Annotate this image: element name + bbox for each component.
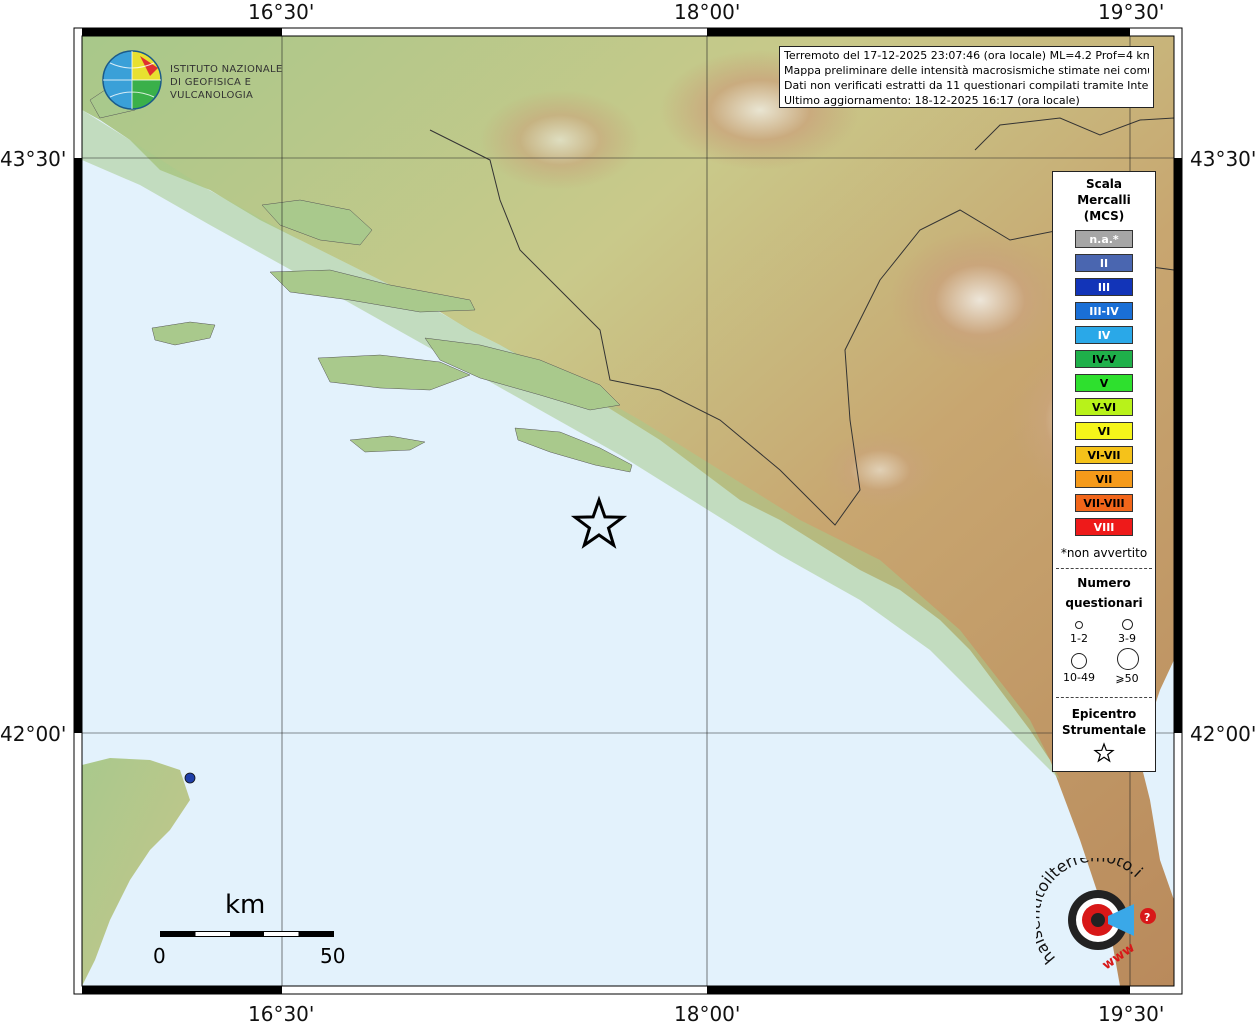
mcs-scale-item: V-VI bbox=[1075, 398, 1133, 416]
ingv-logo: ISTITUTO NAZIONALE DI GEOFISICA E VULCAN… bbox=[100, 48, 320, 112]
mcs-scale-item: VII bbox=[1075, 470, 1133, 488]
scale-end: 50 bbox=[320, 944, 346, 968]
epicenter-title-line: Strumentale bbox=[1061, 723, 1147, 737]
mcs-scale-list: n.a.* II III III-IV IV IV-V V V-VI VI VI-VII VII VI… bbox=[1053, 230, 1155, 536]
lat-label-left: 42°00' bbox=[0, 722, 67, 746]
mcs-scale-item: IV-V bbox=[1075, 350, 1133, 368]
hai-sentito-logo: haisentitoilterremoto.it ? www bbox=[1024, 843, 1166, 988]
legend-title-line: (MCS) bbox=[1083, 209, 1125, 223]
questionnaires-title: Numero questionari bbox=[1053, 573, 1155, 613]
lat-label-right: 42°00' bbox=[1190, 722, 1256, 746]
event-info-line: Mappa preliminare delle intensità macros… bbox=[784, 64, 1149, 77]
questionnaires-title-line: Numero bbox=[1077, 576, 1131, 590]
epicenter-title-line: Epicentro bbox=[1071, 707, 1137, 721]
lon-label-bottom: 18°00' bbox=[674, 1002, 741, 1026]
event-info-line: Terremoto del 17-12-2025 23:07:46 (ora l… bbox=[784, 49, 1149, 62]
mcs-scale-item: VI bbox=[1075, 422, 1133, 440]
questionnaires-title-line: questionari bbox=[1065, 596, 1143, 610]
legend-title: Scala Mercalli (MCS) bbox=[1053, 176, 1155, 224]
mountain-area bbox=[480, 90, 640, 190]
globe-icon bbox=[102, 50, 162, 110]
mcs-scale-item: IV bbox=[1075, 326, 1133, 344]
questionnaire-range-label: 3-9 bbox=[1118, 632, 1136, 645]
event-info-line: Ultimo aggiornamento: 18-12-2025 16:17 (… bbox=[784, 94, 1080, 107]
mountain-area bbox=[890, 230, 1070, 370]
mcs-scale-item: n.a.* bbox=[1075, 230, 1133, 248]
mountain-area bbox=[820, 430, 940, 510]
star-icon bbox=[1093, 742, 1115, 763]
legend-divider bbox=[1056, 697, 1152, 698]
questionnaire-range-label: 1-2 bbox=[1070, 632, 1088, 645]
legend-title-line: Mercalli bbox=[1077, 193, 1131, 207]
ingv-name-line1: ISTITUTO NAZIONALE bbox=[170, 64, 283, 75]
svg-text:?: ? bbox=[1144, 911, 1150, 924]
circle-size-xlarge-icon bbox=[1117, 648, 1139, 670]
scale-start: 0 bbox=[153, 944, 166, 968]
questionnaire-size-legend: 1-2 3-9 10-49 ⩾50 bbox=[1053, 615, 1155, 691]
lon-label-top: 16°30' bbox=[248, 0, 315, 24]
mcs-scale-item: III-IV bbox=[1075, 302, 1133, 320]
lat-label-right: 43°30' bbox=[1190, 147, 1256, 171]
epicenter-legend-title: Epicentro Strumentale bbox=[1053, 706, 1155, 738]
mcs-scale-item: V bbox=[1075, 374, 1133, 392]
legend-note: *non avvertito bbox=[1060, 546, 1148, 560]
lon-label-bottom: 16°30' bbox=[248, 1002, 315, 1026]
legend-title-line: Scala bbox=[1085, 177, 1123, 191]
circle-size-small-icon bbox=[1075, 621, 1083, 629]
questionnaire-point bbox=[184, 772, 196, 784]
mcs-scale-item: II bbox=[1075, 254, 1133, 272]
lon-label-top: 18°00' bbox=[674, 0, 741, 24]
circle-size-large-icon bbox=[1071, 653, 1087, 669]
scale-unit: km bbox=[225, 890, 266, 920]
questionnaire-range-label: ⩾50 bbox=[1115, 672, 1139, 685]
legend-divider bbox=[1056, 568, 1152, 569]
mcs-scale-item: VIII bbox=[1075, 518, 1133, 536]
circle-size-medium-icon bbox=[1122, 619, 1133, 630]
questionnaire-range-label: 10-49 bbox=[1063, 671, 1095, 684]
mcs-scale-item: VII-VIII bbox=[1075, 494, 1133, 512]
event-info-box: Terremoto del 17-12-2025 23:07:46 (ora l… bbox=[779, 46, 1154, 108]
mcs-scale-item: VI-VII bbox=[1075, 446, 1133, 464]
scale-bar-graphic bbox=[160, 931, 334, 937]
intensity-legend: Scala Mercalli (MCS) n.a.* II III III-IV IV I… bbox=[1052, 171, 1156, 772]
mcs-scale-item: III bbox=[1075, 278, 1133, 296]
lon-label-bottom: 19°30' bbox=[1098, 1002, 1165, 1026]
ingv-name-line2: DI GEOFISICA E VULCANOLOGIA bbox=[170, 77, 254, 101]
event-info-line: Dati non verificati estratti da 11 quest… bbox=[784, 79, 1149, 92]
lat-label-left: 43°30' bbox=[0, 147, 67, 171]
scale-bar: km 0 50 bbox=[150, 890, 350, 970]
lon-label-top: 19°30' bbox=[1098, 0, 1165, 24]
